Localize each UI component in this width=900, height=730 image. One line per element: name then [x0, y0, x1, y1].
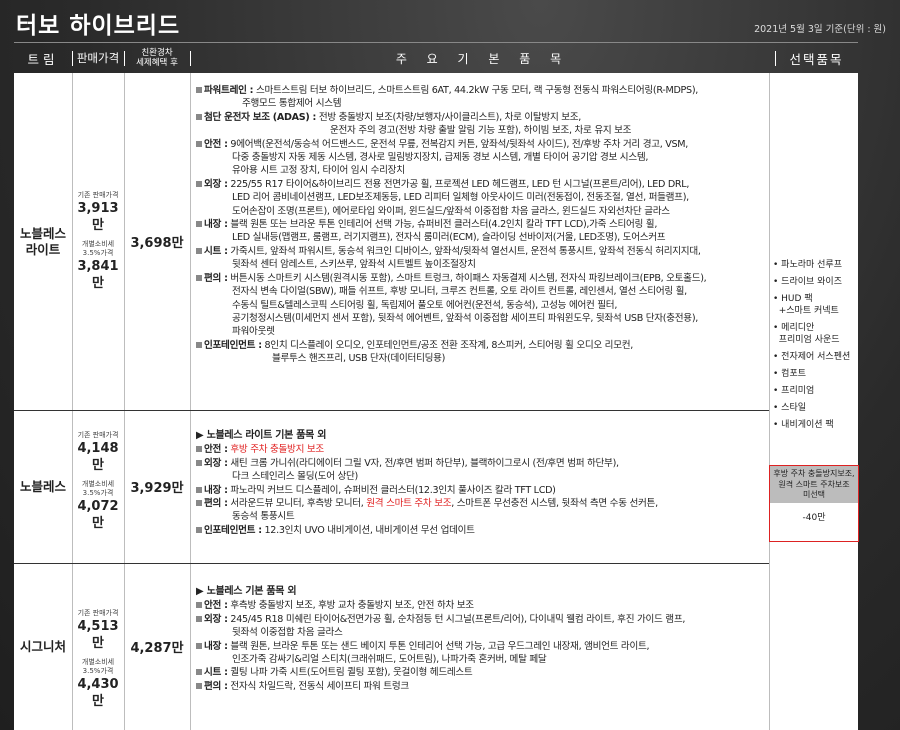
header-options: 선택품목 — [789, 51, 844, 67]
feature-item: 편의 : 버튼시동 스마트키 시스템(원격시동 포함), 스마트 트렁크, 하이… — [196, 272, 771, 339]
final-price: 3,698만 — [130, 236, 184, 251]
date-note: 2021년 5월 3일 기준(단위 : 원) — [754, 24, 886, 35]
option-item: 프리미엄 사운드 — [773, 335, 840, 345]
option-item: • 프리미엄 — [773, 386, 815, 396]
package-option-box: 후방 주차 충돌방지보조, 원격 스마트 주차보조 미선택 -40만 — [769, 465, 859, 542]
feature-heading: ▶ 노블레스 기본 품목 외 — [196, 586, 297, 597]
spec-table: 노블레스 라이트 기존 판매가격 3,913만 개별소비세 3.5%가격 3,84… — [14, 73, 859, 730]
option-item: +스마트 커넥트 — [773, 306, 839, 316]
feature-item: 편의 : 서라운드뷰 모니터, 후측방 모니터, 원격 스마트 주차 보조, 스… — [196, 497, 771, 524]
price-cell: 기존 판매가격 4,148만 개별소비세 3.5%가격 4,072만 — [77, 431, 119, 531]
feature-list: ▶ 노블레스 기본 품목 외 안전 : 후측방 충돌방지 보조, 후방 교차 충… — [196, 585, 771, 693]
trim-name: 시그니처 — [19, 638, 66, 654]
feature-item: 내장 : 파노라믹 커브드 디스플레이, 슈퍼비전 클러스터(12.3인치 풀사… — [196, 484, 771, 497]
option-item: • 메리디안 — [773, 323, 815, 333]
header-price: 판매가격 — [76, 51, 120, 65]
feature-item: 안전 : 후측방 충돌방지 보조, 후방 교차 충돌방지 보조, 안전 하차 보… — [196, 599, 771, 612]
header-trim: 트림 — [27, 51, 59, 67]
feature-item: 안전 : 후방 주차 충돌방지 보조 — [196, 443, 771, 456]
option-item: • 드라이브 와이즈 — [773, 277, 842, 287]
header-eco-price: 친환경차 세제혜택 후 — [136, 48, 178, 68]
option-list: • 파노라마 선루프 • 드라이브 와이즈 • HUD 팩 +스마트 커넥트 •… — [773, 259, 853, 436]
feature-item: 파워트레인 : 스마트스트림 터보 하이브리드, 스마트스트림 6AT, 44.… — [196, 84, 771, 111]
price-cell: 기존 판매가격 3,913만 개별소비세 3.5%가격 3,841만 — [77, 191, 119, 291]
header-features: 주 요 기 본 품 목 — [395, 51, 570, 66]
option-item: • 전자제어 서스펜션 — [773, 352, 851, 362]
feature-item: 시트 : 가죽시트, 앞좌석 파워시트, 동승석 워크인 디바이스, 앞좌석/뒷… — [196, 245, 771, 272]
feature-item: 인포테인먼트 : 12.3인치 UVO 내비게이션, 내비게이션 무선 업데이트 — [196, 524, 771, 537]
trim-name: 노블레스 — [19, 478, 66, 494]
feature-item: 첨단 운전자 보조 (ADAS) : 전방 충돌방지 보조(차량/보행자/사이클… — [196, 111, 771, 138]
feature-item: 내장 : 블랙 원톤, 브라운 투톤 또는 샌드 베이지 투톤 인테리어 선택 … — [196, 640, 771, 667]
feature-item: 내장 : 블랙 원톤 또는 브라운 투톤 인테리어 선택 가능, 슈퍼비전 클러… — [196, 218, 771, 245]
option-item: • 스타일 — [773, 403, 807, 413]
feature-item: 편의 : 전자식 차일드락, 전동식 세이프티 파워 트렁크 — [196, 680, 771, 693]
feature-item: 시트 : 퀼팅 나파 가죽 시트(도어트림 퀼팅 포함), 웃걸이형 헤드레스트 — [196, 666, 771, 679]
option-item: • 컴포트 — [773, 369, 807, 379]
feature-item: 외장 : 225/55 R17 타이어&하이브리드 전용 전면가공 휠, 프로젝… — [196, 178, 771, 218]
trim-name: 노블레스 라이트 — [19, 225, 66, 257]
package-label: 후방 주차 충돌방지보조, 원격 스마트 주차보조 미선택 — [770, 466, 858, 503]
feature-item: 외장 : 245/45 R18 미쉐린 타이어&전면가공 휠, 순차점등 턴 시… — [196, 613, 771, 640]
feature-list: ▶ 노블레스 라이트 기본 품목 외 안전 : 후방 주차 충돌방지 보조 외장… — [196, 429, 771, 537]
final-price: 4,287만 — [130, 641, 184, 656]
feature-item: 외장 : 새틴 크롬 가니쉬(라디에이터 그릴 V자, 전/후면 범퍼 하단부)… — [196, 457, 771, 484]
price-cell: 기존 판매가격 4,513만 개별소비세 3.5%가격 4,430만 — [77, 609, 119, 709]
option-item: • HUD 팩 — [773, 294, 813, 304]
feature-list: 파워트레인 : 스마트스트림 터보 하이브리드, 스마트스트림 6AT, 44.… — [196, 84, 771, 366]
table-header: 트림 판매가격 친환경차 세제혜택 후 주 요 기 본 품 목 선택품목 — [14, 42, 858, 74]
option-item: • 파노라마 선루프 — [773, 260, 842, 270]
page-title: 터보 하이브리드 — [16, 13, 181, 39]
feature-item: 안전 : 9에어백(운전석/동승석 어드밴스드, 운전석 무릎, 전복감지 커튼… — [196, 138, 771, 178]
final-price: 3,929만 — [130, 481, 184, 496]
package-price: -40만 — [802, 513, 826, 523]
option-item: • 내비게이션 팩 — [773, 420, 834, 430]
page: 터보 하이브리드 2021년 5월 3일 기준(단위 : 원) 트림 판매가격 … — [0, 0, 900, 730]
feature-item: 인포테인먼트 : 8인치 디스플레이 오디오, 인포테인먼트/공조 전환 조작계… — [196, 339, 771, 366]
feature-heading: ▶ 노블레스 라이트 기본 품목 외 — [196, 430, 327, 441]
